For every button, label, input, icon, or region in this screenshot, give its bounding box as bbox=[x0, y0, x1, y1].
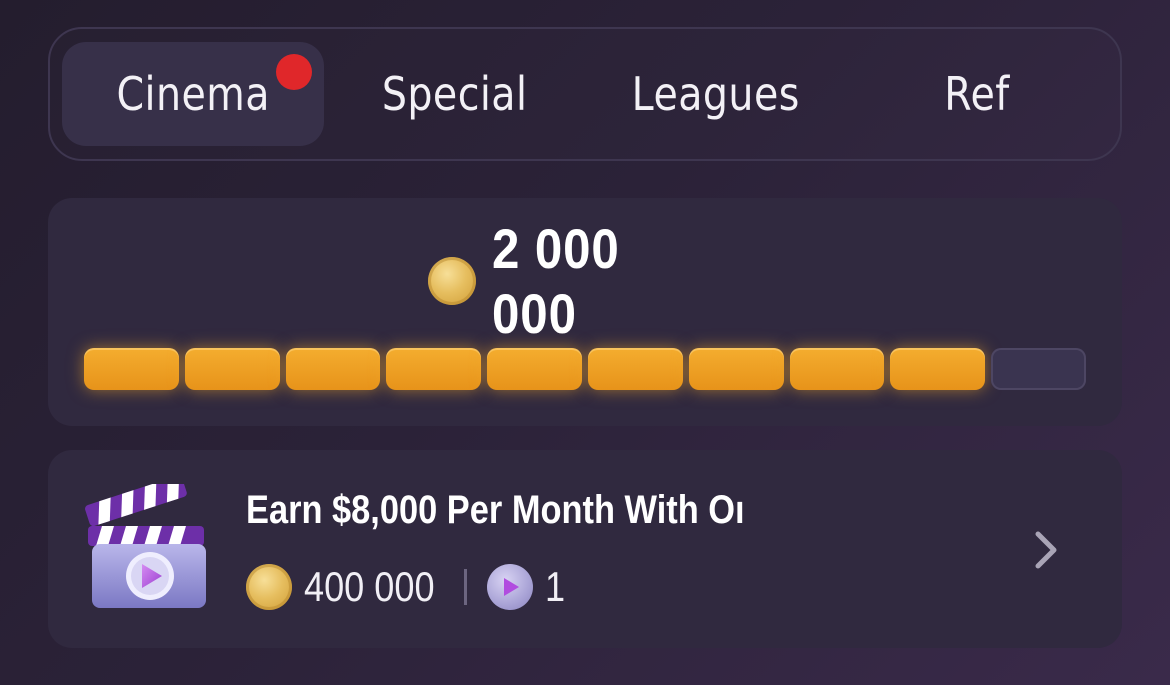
tab-label: Special bbox=[381, 67, 528, 121]
progress-segment-filled bbox=[184, 348, 280, 390]
tab-special[interactable]: Special bbox=[324, 42, 586, 146]
progress-segment-filled bbox=[285, 348, 381, 390]
tab-leagues[interactable]: Leagues bbox=[585, 42, 847, 146]
progress-segment-empty bbox=[991, 348, 1086, 390]
coin-icon bbox=[428, 257, 476, 305]
task-title: Earn $8,000 Per Month With Oı bbox=[246, 488, 766, 538]
total-reward-value: 2 000 000 bbox=[492, 217, 620, 345]
ticket-reward-value: 1 bbox=[545, 563, 566, 610]
tab-leagues-button[interactable]: Leagues bbox=[585, 42, 847, 146]
coin-reward-value: 400 000 bbox=[304, 563, 435, 610]
tab-ref-button[interactable]: Ref bbox=[847, 42, 1109, 146]
progress-bar bbox=[84, 348, 1086, 390]
progress-segment-filled bbox=[890, 348, 986, 390]
task-rewards: 400 000 1 bbox=[246, 562, 568, 612]
coin-icon bbox=[246, 564, 292, 610]
tab-cinema[interactable]: Cinema bbox=[62, 42, 324, 146]
total-reward: 2 000 000 bbox=[48, 217, 1122, 345]
progress-segment-filled bbox=[84, 348, 179, 390]
progress-card: 2 000 000 bbox=[48, 198, 1122, 426]
task-item[interactable]: Earn $8,000 Per Month With Oı 400 000 1 bbox=[48, 450, 1122, 648]
progress-segment-filled bbox=[587, 348, 683, 390]
tab-ref[interactable]: Ref bbox=[847, 42, 1109, 146]
tab-label: Cinema bbox=[116, 67, 270, 121]
progress-segment-filled bbox=[688, 348, 784, 390]
tab-cinema-button[interactable]: Cinema bbox=[62, 42, 324, 146]
chevron-right-icon[interactable] bbox=[1026, 528, 1066, 572]
tab-bar: Cinema Special Leagues Ref bbox=[48, 27, 1122, 161]
tab-label: Ref bbox=[944, 67, 1010, 121]
reward-separator bbox=[464, 569, 467, 605]
notification-badge bbox=[275, 54, 312, 90]
tab-label: Leagues bbox=[631, 67, 800, 121]
progress-segment-filled bbox=[487, 348, 582, 390]
play-icon bbox=[504, 578, 519, 596]
clapperboard-icon bbox=[85, 484, 206, 608]
progress-segment-filled bbox=[386, 348, 482, 390]
progress-segment-filled bbox=[789, 348, 885, 390]
play-token-icon bbox=[487, 564, 533, 610]
tab-special-button[interactable]: Special bbox=[324, 42, 586, 146]
task-title-text: Earn $8,000 Per Month With Oı bbox=[246, 488, 745, 532]
